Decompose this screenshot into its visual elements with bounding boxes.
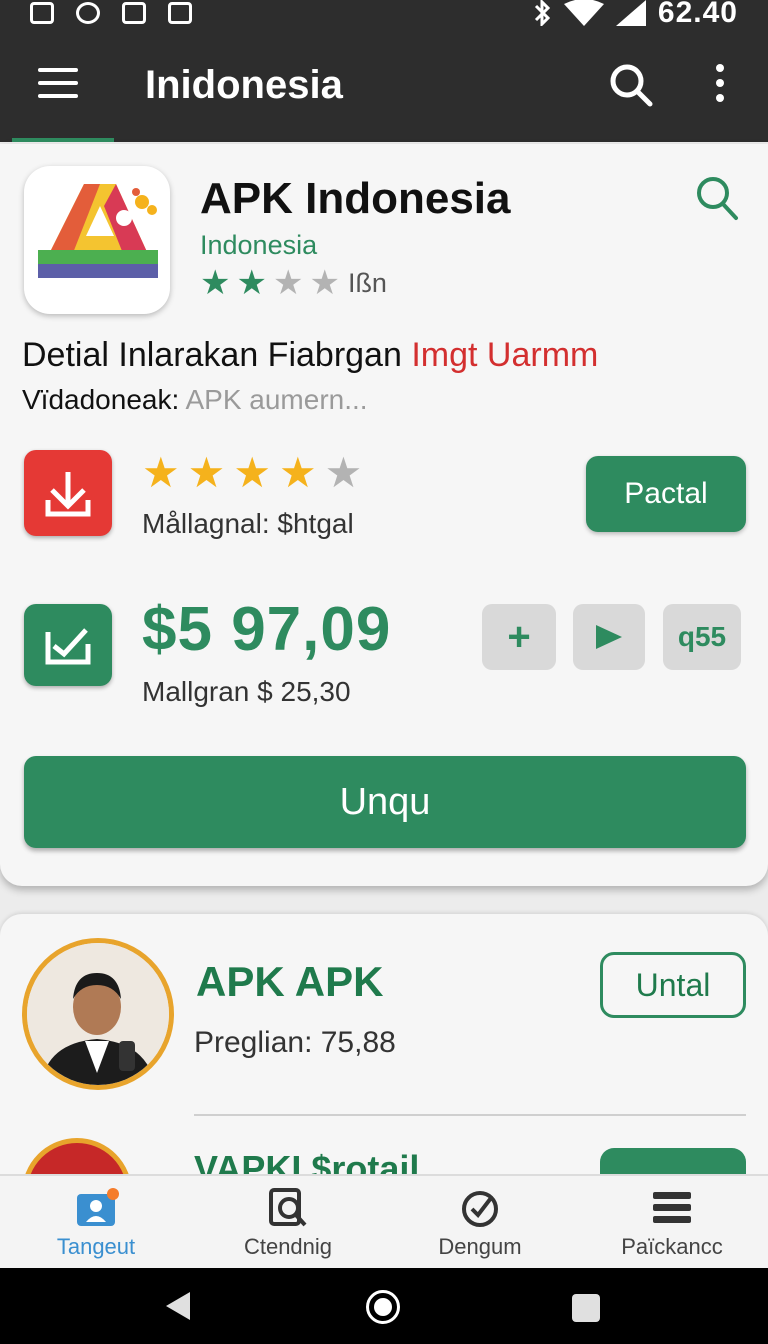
apk-logo-icon xyxy=(38,184,158,278)
star-filled-icon: ★ xyxy=(233,449,271,496)
price: $5 97,09 xyxy=(142,595,392,664)
star-filled-icon: ★ xyxy=(278,449,317,496)
signal-icon xyxy=(615,0,646,26)
check-circle-icon xyxy=(462,1191,498,1227)
system-navigation-bar xyxy=(0,1268,768,1344)
menu-icon[interactable] xyxy=(38,68,78,98)
system-status: 62.40 xyxy=(532,0,738,29)
divider xyxy=(194,1114,746,1116)
list-card: APK APK Preglian: 75,88 Untal VAPKI $rot… xyxy=(0,914,768,1214)
clock: 62.40 xyxy=(657,0,738,29)
back-icon[interactable] xyxy=(162,1290,192,1322)
home-icon[interactable] xyxy=(366,1290,400,1324)
app-bar-title: Inidonesia xyxy=(145,63,343,107)
download-icon xyxy=(45,472,91,517)
list-item-button[interactable]: Untal xyxy=(600,952,746,1018)
small-rating: ★ ★ ★ ★ Ißn xyxy=(200,266,387,300)
nav-label: Tangeut xyxy=(56,1234,136,1259)
nav-item-ctendnig[interactable]: Ctendnig xyxy=(192,1176,384,1268)
more-options-icon[interactable] xyxy=(712,64,728,104)
notification-icons xyxy=(30,0,192,26)
rating-stars: ★ ★ ★ ★ ★ xyxy=(142,450,362,496)
primary-action-button[interactable]: Unqu xyxy=(24,756,746,848)
nav-item-tangeut[interactable]: Tangeut xyxy=(0,1176,192,1268)
nav-label: Ctendnig xyxy=(243,1234,333,1259)
avatar[interactable] xyxy=(22,938,174,1090)
pactal-button[interactable]: Pactal xyxy=(586,456,746,532)
mall-text: Mållagnal: $htgal xyxy=(142,508,354,539)
download-button[interactable] xyxy=(24,450,112,536)
mall-price: Mallgran $ 25,30 xyxy=(142,676,351,707)
person-photo-icon xyxy=(27,943,169,1085)
star-filled-icon: ★ xyxy=(142,449,180,496)
check-box-icon xyxy=(45,628,91,665)
stack-icon xyxy=(653,1192,691,1223)
add-button[interactable]: + xyxy=(482,604,556,670)
star-filled-icon: ★ xyxy=(236,264,267,302)
star-filled-icon: ★ xyxy=(187,449,226,496)
nav-item-paickancc[interactable]: Païckancc xyxy=(576,1176,768,1268)
verified-badge xyxy=(24,604,112,686)
notification-icon xyxy=(168,2,192,24)
detail-highlight: Imgt Uarmm xyxy=(411,336,599,374)
nav-item-dengum[interactable]: Dengum xyxy=(384,1176,576,1268)
tab-indicator xyxy=(12,138,114,142)
app-name: APK Indonesia xyxy=(200,174,511,223)
bluetooth-icon xyxy=(534,0,551,26)
person-badge-icon xyxy=(77,1188,119,1226)
play-button[interactable] xyxy=(573,604,645,670)
nav-label: Dengum xyxy=(438,1234,522,1259)
vida-label: Vïdadoneak: xyxy=(22,384,180,415)
star-empty-icon: ★ xyxy=(309,264,340,302)
app-developer: Indonesia xyxy=(200,230,318,260)
wifi-icon xyxy=(563,0,604,26)
notification-icon xyxy=(76,2,100,24)
nav-label: Païckancc xyxy=(621,1234,723,1259)
list-item-subtitle: Preglian: 75,88 xyxy=(194,1026,396,1059)
rating-label: Ißn xyxy=(347,267,387,298)
detail-heading: Detial Inlarakan Fiabrgan Imgt Uarmm xyxy=(22,336,598,375)
detail-text: Detial Inlarakan Fiabrgan xyxy=(22,336,402,374)
recent-apps-icon[interactable] xyxy=(572,1294,600,1322)
search-doc-icon xyxy=(269,1188,307,1227)
count-button[interactable]: q55 xyxy=(663,604,741,670)
list-item-title: APK APK xyxy=(196,958,384,1005)
star-empty-icon: ★ xyxy=(324,449,363,496)
search-icon[interactable] xyxy=(608,62,654,108)
app-bar: Inidonesia xyxy=(0,40,768,142)
card-search-icon[interactable] xyxy=(694,174,740,222)
play-icon xyxy=(596,625,622,649)
status-bar: 62.40 xyxy=(0,0,768,40)
notification-icon xyxy=(30,2,54,24)
bottom-navigation: Tangeut Ctendnig Dengum Païckancc xyxy=(0,1174,768,1268)
vida-line: Vïdadoneak: APK aumern... xyxy=(22,384,368,416)
app-detail-card: APK Indonesia Indonesia ★ ★ ★ ★ Ißn Deti… xyxy=(0,144,768,886)
app-logo[interactable] xyxy=(24,166,170,314)
vida-value: APK aumern... xyxy=(185,384,368,415)
star-empty-icon: ★ xyxy=(272,264,304,302)
notification-icon xyxy=(122,2,146,24)
star-filled-icon: ★ xyxy=(200,264,231,302)
